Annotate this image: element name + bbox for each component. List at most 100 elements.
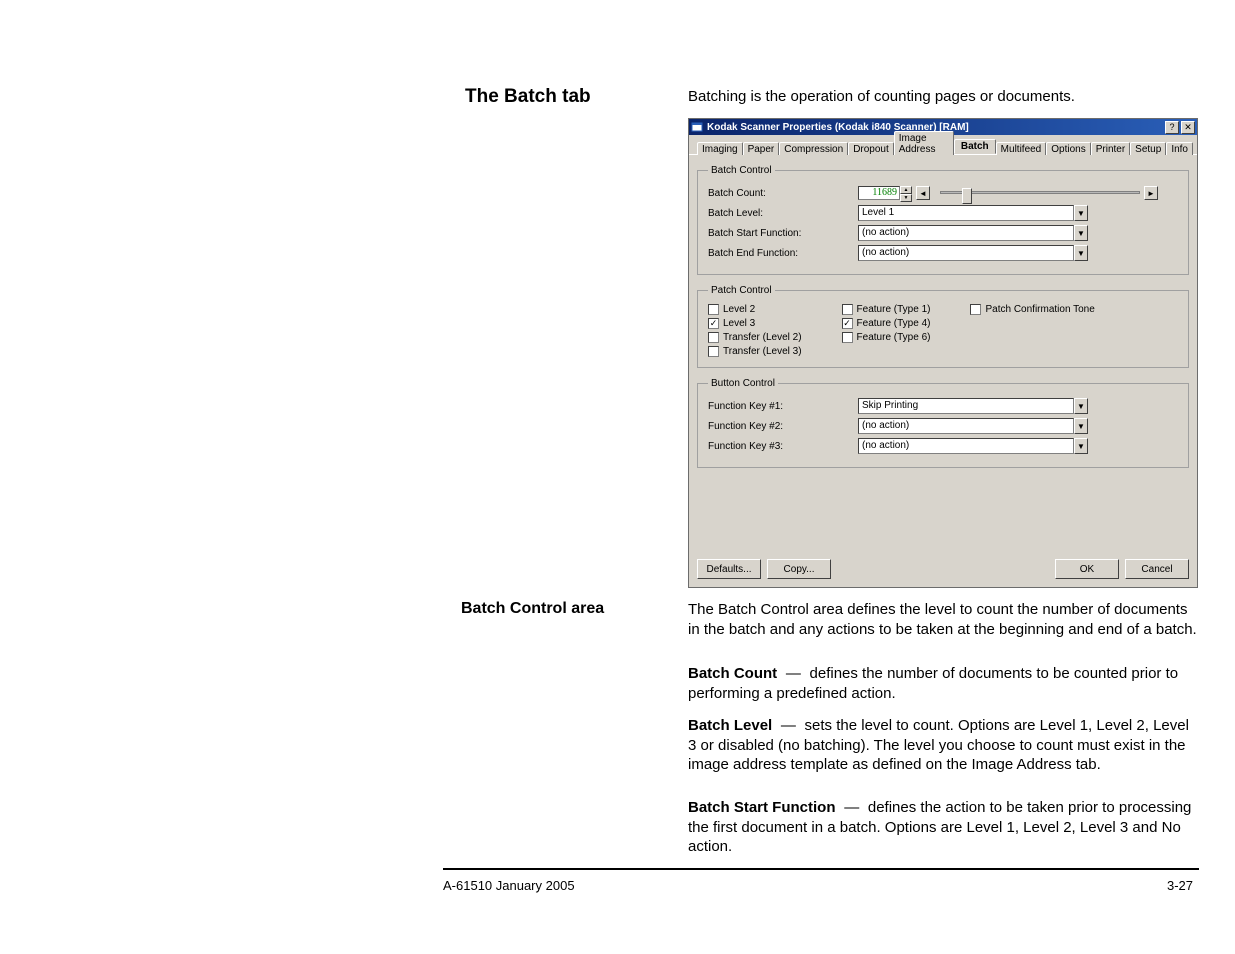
footer-rule bbox=[443, 868, 1199, 870]
fk2-combo[interactable]: (no action) ▼ bbox=[858, 418, 1088, 434]
chk-transfer-l3[interactable]: Transfer (Level 3) bbox=[708, 346, 802, 357]
chk-level3[interactable]: ✓ Level 3 bbox=[708, 318, 802, 329]
slider-right-icon[interactable]: ► bbox=[1144, 186, 1158, 200]
chk-patch-tone[interactable]: Patch Confirmation Tone bbox=[970, 304, 1094, 315]
defaults-button[interactable]: Defaults... bbox=[697, 559, 761, 579]
fk1-combo[interactable]: Skip Printing ▼ bbox=[858, 398, 1088, 414]
batch-level-label: Batch Level: bbox=[708, 208, 858, 219]
chk-label: Level 3 bbox=[723, 318, 755, 329]
checkbox-icon: ✓ bbox=[708, 318, 719, 329]
term-batch-count: Batch Count bbox=[688, 665, 777, 682]
fk3-label: Function Key #3: bbox=[708, 441, 858, 452]
chevron-down-icon[interactable]: ▼ bbox=[1074, 418, 1088, 434]
chk-feature-t4[interactable]: ✓ Feature (Type 4) bbox=[842, 318, 931, 329]
batch-control-legend: Batch Control bbox=[708, 165, 775, 176]
slider-left-icon[interactable]: ◄ bbox=[916, 186, 930, 200]
scanner-properties-dialog: Kodak Scanner Properties (Kodak i840 Sca… bbox=[688, 118, 1198, 588]
chk-label: Feature (Type 6) bbox=[857, 332, 931, 343]
tab-strip: Imaging Paper Compression Dropout Image … bbox=[689, 135, 1197, 155]
term-batch-level: Batch Level bbox=[688, 717, 772, 734]
tab-setup[interactable]: Setup bbox=[1130, 142, 1166, 155]
term-batch-start-function: Batch Start Function bbox=[688, 799, 836, 816]
checkbox-icon: ✓ bbox=[842, 318, 853, 329]
checkbox-icon bbox=[970, 304, 981, 315]
section-heading-batch-control-area: Batch Control area bbox=[461, 600, 604, 618]
tab-multifeed[interactable]: Multifeed bbox=[996, 142, 1047, 155]
dash: — bbox=[776, 716, 800, 736]
chk-label: Patch Confirmation Tone bbox=[985, 304, 1094, 315]
batch-control-group: Batch Control Batch Count: 11689 ▲ ▼ ◄ ► bbox=[697, 165, 1189, 275]
tab-printer[interactable]: Printer bbox=[1091, 142, 1130, 155]
tab-batch[interactable]: Batch bbox=[954, 139, 996, 154]
tab-compression[interactable]: Compression bbox=[779, 142, 848, 155]
spin-up-icon[interactable]: ▲ bbox=[900, 186, 912, 194]
help-button[interactable]: ? bbox=[1165, 121, 1179, 134]
fk3-combo[interactable]: (no action) ▼ bbox=[858, 438, 1088, 454]
batch-count-spinner[interactable]: ▲ ▼ bbox=[900, 186, 912, 200]
dash: — bbox=[840, 798, 864, 818]
chk-label: Level 2 bbox=[723, 304, 755, 315]
cancel-button[interactable]: Cancel bbox=[1125, 559, 1189, 579]
close-button[interactable]: ✕ bbox=[1181, 121, 1195, 134]
chevron-down-icon[interactable]: ▼ bbox=[1074, 225, 1088, 241]
chk-label: Transfer (Level 3) bbox=[723, 346, 802, 357]
chk-label: Feature (Type 1) bbox=[857, 304, 931, 315]
paragraph-batch-count: Batch Count — defines the number of docu… bbox=[688, 664, 1198, 703]
copy-button[interactable]: Copy... bbox=[767, 559, 831, 579]
dash: — bbox=[781, 664, 805, 684]
batch-count-slider[interactable] bbox=[940, 186, 1140, 200]
footer-left: A-61510 January 2005 bbox=[443, 878, 575, 893]
tab-options[interactable]: Options bbox=[1046, 142, 1090, 155]
tab-imaging[interactable]: Imaging bbox=[697, 142, 743, 155]
fk1-label: Function Key #1: bbox=[708, 401, 858, 412]
checkbox-icon bbox=[842, 304, 853, 315]
tab-info[interactable]: Info bbox=[1166, 142, 1193, 155]
batch-start-value: (no action) bbox=[858, 225, 1074, 241]
paragraph-batch-start-function: Batch Start Function — defines the actio… bbox=[688, 798, 1198, 857]
tab-paper[interactable]: Paper bbox=[743, 142, 780, 155]
dialog-button-bar: Defaults... Copy... OK Cancel bbox=[697, 559, 1189, 579]
tab-image-address[interactable]: Image Address bbox=[894, 131, 954, 155]
chk-feature-t6[interactable]: Feature (Type 6) bbox=[842, 332, 931, 343]
fk1-value: Skip Printing bbox=[858, 398, 1074, 414]
chk-label: Feature (Type 4) bbox=[857, 318, 931, 329]
batch-level-value: Level 1 bbox=[858, 205, 1074, 221]
slider-thumb[interactable] bbox=[962, 188, 972, 204]
fk2-label: Function Key #2: bbox=[708, 421, 858, 432]
chk-feature-t1[interactable]: Feature (Type 1) bbox=[842, 304, 931, 315]
chevron-down-icon[interactable]: ▼ bbox=[1074, 438, 1088, 454]
chk-level2[interactable]: Level 2 bbox=[708, 304, 802, 315]
checkbox-icon bbox=[842, 332, 853, 343]
chevron-down-icon[interactable]: ▼ bbox=[1074, 245, 1088, 261]
app-icon bbox=[691, 121, 703, 133]
checkbox-icon bbox=[708, 304, 719, 315]
button-control-legend: Button Control bbox=[708, 378, 778, 389]
paragraph-batch-level: Batch Level — sets the level to count. O… bbox=[688, 716, 1198, 775]
checkbox-icon bbox=[708, 332, 719, 343]
batch-count-field[interactable]: 11689 bbox=[858, 186, 900, 200]
chevron-down-icon[interactable]: ▼ bbox=[1074, 398, 1088, 414]
button-control-group: Button Control Function Key #1: Skip Pri… bbox=[697, 378, 1189, 468]
chk-label: Transfer (Level 2) bbox=[723, 332, 802, 343]
batch-start-label: Batch Start Function: bbox=[708, 228, 858, 239]
fk3-value: (no action) bbox=[858, 438, 1074, 454]
chevron-down-icon[interactable]: ▼ bbox=[1074, 205, 1088, 221]
checkbox-icon bbox=[708, 346, 719, 357]
patch-control-group: Patch Control Level 2 ✓ Level 3 Transfer … bbox=[697, 285, 1189, 368]
chk-transfer-l2[interactable]: Transfer (Level 2) bbox=[708, 332, 802, 343]
patch-control-legend: Patch Control bbox=[708, 285, 775, 296]
spin-down-icon[interactable]: ▼ bbox=[900, 194, 912, 202]
batch-end-value: (no action) bbox=[858, 245, 1074, 261]
batch-level-combo[interactable]: Level 1 ▼ bbox=[858, 205, 1088, 221]
batch-end-combo[interactable]: (no action) ▼ bbox=[858, 245, 1088, 261]
batch-start-combo[interactable]: (no action) ▼ bbox=[858, 225, 1088, 241]
fk2-value: (no action) bbox=[858, 418, 1074, 434]
tab-dropout[interactable]: Dropout bbox=[848, 142, 894, 155]
section-heading-batch-tab: The Batch tab bbox=[465, 86, 591, 108]
ok-button[interactable]: OK bbox=[1055, 559, 1119, 579]
batch-count-label: Batch Count: bbox=[708, 188, 858, 199]
intro-text: Batching is the operation of counting pa… bbox=[688, 88, 1075, 105]
footer-right: 3-27 bbox=[1167, 878, 1193, 893]
batch-end-label: Batch End Function: bbox=[708, 248, 858, 259]
paragraph-batch-control-area: The Batch Control area defines the level… bbox=[688, 600, 1198, 639]
